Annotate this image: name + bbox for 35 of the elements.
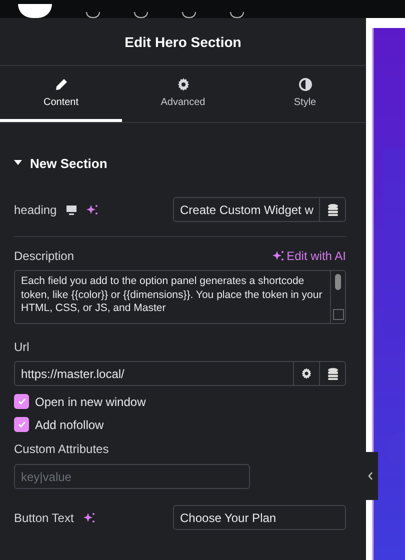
- tab[interactable]: Content: [0, 66, 122, 122]
- caret-icon: [14, 160, 22, 166]
- database-icon: [328, 368, 338, 380]
- sparkle-icon: [272, 250, 284, 262]
- contrast-icon: [298, 78, 312, 90]
- url-field[interactable]: https://master.local/: [14, 361, 346, 386]
- sparkle-icon: [82, 512, 95, 524]
- chevron-icon: [368, 472, 372, 480]
- gear-icon: [176, 78, 190, 90]
- sparkle-icon: [86, 204, 98, 216]
- button-text-field[interactable]: Choose Your Plan: [173, 505, 346, 530]
- checkbox[interactable]: [14, 394, 29, 409]
- resize-handle[interactable]: [332, 309, 344, 320]
- field-label: Description: [14, 249, 74, 263]
- database-icon: [328, 204, 338, 216]
- checkbox[interactable]: [14, 417, 29, 432]
- field-label: Custom Attributes: [14, 442, 110, 456]
- field-label: heading: [14, 202, 57, 216]
- tab[interactable]: Style: [244, 66, 366, 122]
- checkbox-label: Open in new window: [35, 394, 146, 408]
- heading-field[interactable]: Create Custom Widget w: [173, 197, 346, 222]
- checkbox-label: Add nofollow: [35, 418, 104, 432]
- gear-icon: [301, 368, 312, 379]
- check-icon: [18, 398, 26, 405]
- check-icon: [18, 421, 26, 428]
- logo-icon[interactable]: [18, 4, 52, 18]
- description-field[interactable]: Each field you add to the option panel generates a shortcode token, like {{color}} or {{dimensions}}. You place the token in your HTML, CSS, or JS, and Master: [14, 270, 346, 324]
- field-label: Url: [14, 340, 30, 354]
- edit-with-ai-link[interactable]: Edit with AI: [272, 249, 346, 263]
- section-header[interactable]: New Section: [14, 149, 108, 177]
- pencil-icon: [54, 78, 68, 90]
- scrollbar-thumb[interactable]: [335, 274, 341, 290]
- field-label: Button Text: [14, 510, 74, 524]
- desktop-icon: [66, 204, 77, 214]
- tab[interactable]: Advanced: [122, 66, 244, 122]
